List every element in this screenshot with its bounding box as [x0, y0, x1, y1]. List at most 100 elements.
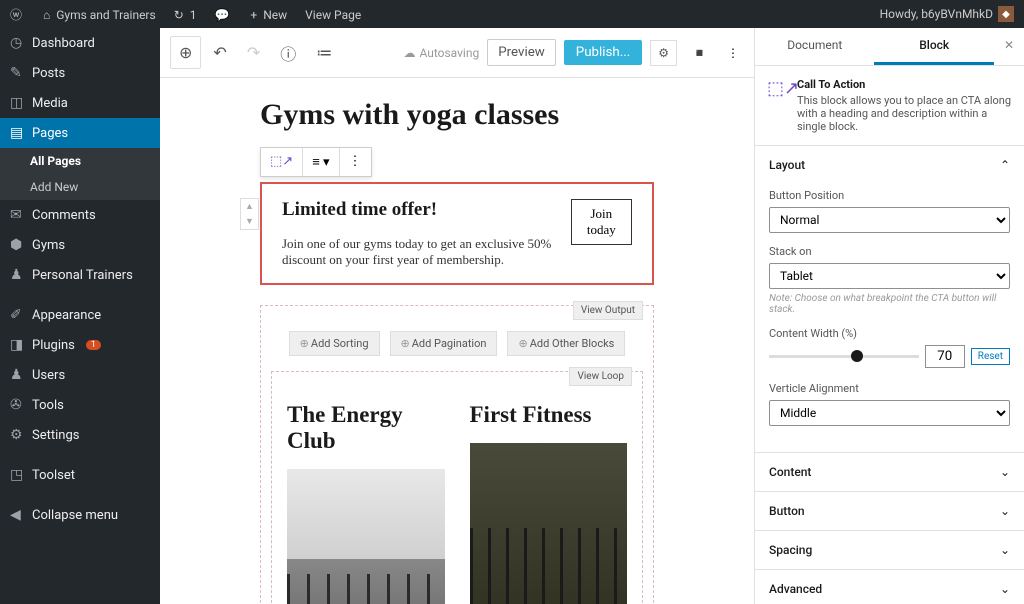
- label-button-position: Button Position: [769, 189, 1010, 202]
- reset-button[interactable]: Reset: [971, 348, 1010, 365]
- collapse-icon: ◀: [10, 507, 24, 523]
- toolset-button[interactable]: ◾: [685, 41, 714, 65]
- move-up-icon[interactable]: ▲: [241, 199, 258, 214]
- panel-advanced[interactable]: Advanced⌄: [755, 570, 1024, 604]
- dashboard-icon: ◷: [10, 35, 24, 51]
- gym-image: [287, 469, 445, 604]
- editor-topbar: ⊕ ↶ ↷ ⓘ ≔ ☁Autosaving Preview Publish...…: [160, 28, 754, 78]
- sidebar-item-gyms[interactable]: ⬢Gyms: [0, 230, 160, 260]
- sidebar-item-tools[interactable]: ✇Tools: [0, 390, 160, 420]
- align-button[interactable]: ≡ ▾: [303, 148, 339, 176]
- admin-sidebar: ◷Dashboard ✎Posts ◫Media ▤Pages All Page…: [0, 28, 160, 604]
- gyms-icon: ⬢: [10, 237, 24, 253]
- sidebar-item-settings[interactable]: ⚙Settings: [0, 420, 160, 450]
- updates-link[interactable]: ↻ 1: [174, 8, 197, 22]
- posts-icon: ✎: [10, 65, 24, 81]
- sidebar-item-trainers[interactable]: ♟Personal Trainers: [0, 260, 160, 290]
- add-pagination-button[interactable]: ⊕Add Pagination: [390, 331, 498, 356]
- media-icon: ◫: [10, 95, 24, 111]
- move-down-icon[interactable]: ▼: [241, 214, 258, 229]
- select-v-align[interactable]: Middle: [769, 400, 1010, 426]
- label-stack-on: Stack on: [769, 245, 1010, 258]
- cta-block-icon: ⬚↗: [767, 78, 787, 98]
- panel-layout[interactable]: Layout⌃: [755, 146, 1024, 184]
- chevron-down-icon: ⌄: [1000, 465, 1010, 479]
- label-v-align: Verticle Alignment: [769, 382, 1010, 395]
- howdy-section[interactable]: Howdy, b6yBVnMhkD ◆: [880, 6, 1014, 22]
- chevron-down-icon: ⌄: [1000, 504, 1010, 518]
- sidebar-item-plugins[interactable]: ◨Plugins1: [0, 330, 160, 360]
- comments-link[interactable]: 💬: [214, 8, 232, 22]
- toolset-icon: ◳: [10, 467, 24, 483]
- close-inspector-button[interactable]: ✕: [994, 28, 1024, 65]
- sidebar-item-users[interactable]: ♟Users: [0, 360, 160, 390]
- sidebar-item-pages[interactable]: ▤Pages: [0, 118, 160, 148]
- block-type-icon[interactable]: ⬚↗: [261, 148, 303, 176]
- cta-button[interactable]: Join today: [571, 199, 632, 245]
- add-sorting-button[interactable]: ⊕Add Sorting: [289, 331, 380, 356]
- sidebar-item-media[interactable]: ◫Media: [0, 88, 160, 118]
- publish-button[interactable]: Publish...: [564, 40, 642, 65]
- view-page-link[interactable]: View Page: [305, 8, 361, 22]
- settings-gear-button[interactable]: ⚙: [650, 40, 677, 66]
- info-button[interactable]: ⓘ: [272, 35, 304, 71]
- preview-button[interactable]: Preview: [487, 39, 556, 66]
- label-content-width: Content Width (%): [769, 327, 1010, 340]
- select-stack-on[interactable]: Tablet: [769, 263, 1010, 289]
- loop-block[interactable]: View Loop The Energy Club The perfect gy…: [271, 371, 643, 604]
- sidebar-item-posts[interactable]: ✎Posts: [0, 58, 160, 88]
- trainers-icon: ♟: [10, 267, 24, 283]
- submenu-add-new[interactable]: Add New: [0, 174, 160, 200]
- panel-content[interactable]: Content⌄: [755, 453, 1024, 491]
- tab-block[interactable]: Block: [874, 28, 993, 65]
- view-loop-button[interactable]: View Loop: [569, 367, 632, 386]
- plugin-update-badge: 1: [86, 340, 101, 350]
- content-width-slider[interactable]: [769, 355, 919, 358]
- sidebar-item-appearance[interactable]: ✐Appearance: [0, 300, 160, 330]
- panel-button[interactable]: Button⌄: [755, 492, 1024, 530]
- view-block[interactable]: View Output ⊕Add Sorting ⊕Add Pagination…: [260, 305, 654, 604]
- outline-button[interactable]: ≔: [308, 37, 340, 68]
- block-more-button[interactable]: ⋮: [340, 148, 371, 176]
- select-button-position[interactable]: Normal: [769, 207, 1010, 233]
- site-title-link[interactable]: ⌂ Gyms and Trainers: [43, 8, 156, 22]
- avatar: ◆: [998, 6, 1014, 22]
- block-name: Call To Action: [797, 78, 1012, 91]
- stack-note: Note: Choose on what breakpoint the CTA …: [769, 293, 1010, 315]
- block-toolbar: ⬚↗ ≡ ▾ ⋮: [260, 147, 372, 177]
- redo-button[interactable]: ↷: [239, 37, 268, 68]
- gym-card-title[interactable]: The Energy Club: [287, 402, 445, 454]
- settings-icon: ⚙: [10, 427, 24, 443]
- tools-icon: ✇: [10, 397, 24, 413]
- view-output-button[interactable]: View Output: [573, 301, 643, 320]
- chevron-down-icon: ⌄: [1000, 582, 1010, 596]
- content-width-input[interactable]: [925, 345, 965, 368]
- gym-card-title[interactable]: First Fitness: [470, 402, 628, 428]
- gym-image: [470, 443, 628, 604]
- new-link[interactable]: + New: [250, 8, 287, 22]
- add-block-button[interactable]: ⊕: [170, 36, 201, 69]
- undo-button[interactable]: ↶: [205, 37, 234, 68]
- cta-block[interactable]: Limited time offer! Join one of our gyms…: [260, 182, 654, 285]
- page-title[interactable]: Gyms with yoga classes: [260, 98, 654, 132]
- more-options-button[interactable]: ⋮: [722, 41, 744, 65]
- sidebar-item-toolset[interactable]: ◳Toolset: [0, 460, 160, 490]
- sidebar-item-collapse[interactable]: ◀Collapse menu: [0, 500, 160, 530]
- gym-card: First Fitness We put your fitness before…: [470, 402, 628, 604]
- tab-document[interactable]: Document: [755, 28, 874, 65]
- users-icon: ♟: [10, 367, 24, 383]
- wp-logo[interactable]: ⓦ: [10, 8, 25, 22]
- chevron-down-icon: ⌄: [1000, 543, 1010, 557]
- chevron-up-icon: ⌃: [1000, 158, 1010, 172]
- add-other-blocks-button[interactable]: ⊕Add Other Blocks: [507, 331, 625, 356]
- block-mover[interactable]: ▲ ▼: [240, 198, 259, 230]
- submenu-all-pages[interactable]: All Pages: [0, 148, 160, 174]
- sidebar-item-dashboard[interactable]: ◷Dashboard: [0, 28, 160, 58]
- cta-text[interactable]: Join one of our gyms today to get an exc…: [282, 236, 571, 268]
- appearance-icon: ✐: [10, 307, 24, 323]
- sidebar-item-comments[interactable]: ✉Comments: [0, 200, 160, 230]
- cta-heading[interactable]: Limited time offer!: [282, 199, 571, 221]
- panel-spacing[interactable]: Spacing⌄: [755, 531, 1024, 569]
- pages-icon: ▤: [10, 125, 24, 141]
- editor-canvas[interactable]: Gyms with yoga classes ⬚↗ ≡ ▾ ⋮ ▲ ▼ Limi…: [160, 78, 754, 604]
